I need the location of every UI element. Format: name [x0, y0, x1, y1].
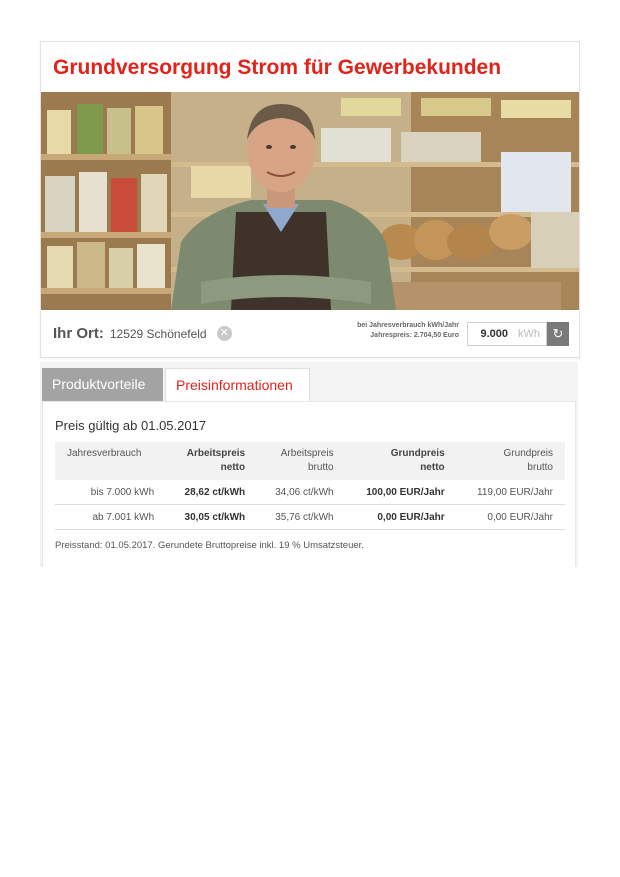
- page-title: Grundversorgung Strom für Gewerbekunden: [53, 56, 502, 79]
- table-cell: 34,06 ct/kWh: [257, 480, 346, 505]
- table-cell: 119,00 EUR/Jahr: [456, 480, 565, 505]
- column-header-line: netto: [220, 462, 246, 473]
- column-header-line: Jahresverbrauch: [67, 448, 142, 459]
- location-row: Ihr Ort: 12529 Schönefeld ✕: [53, 325, 232, 342]
- column-header-line: Arbeitspreis: [186, 448, 246, 459]
- column-header: Arbeitspreis brutto: [257, 442, 346, 480]
- column-header: Arbeitspreis netto: [166, 442, 258, 480]
- table-header-row: Jahresverbrauch Arbeitspreis netto Arbei…: [55, 442, 565, 480]
- table-cell: 30,05 ct/kWh: [166, 504, 258, 530]
- column-header-line: netto: [420, 462, 445, 473]
- table-cell: ab 7.001 kWh: [55, 504, 167, 530]
- consumption-input-group: kWh: [467, 322, 547, 346]
- annual-price: Jahrespreis: 2.704,50 Euro: [370, 332, 459, 339]
- tab-produktvorteile[interactable]: Produktvorteile: [42, 368, 163, 401]
- price-footnote: Preisstand: 01.05.2017. Gerundete Brutto…: [55, 540, 364, 551]
- column-header-line: Grundpreis: [503, 448, 553, 459]
- column-header-line: brutto: [308, 462, 334, 473]
- price-table: Jahresverbrauch Arbeitspreis netto Arbei…: [55, 442, 565, 530]
- consumption-unit: kWh: [518, 328, 540, 340]
- tab-preisinformationen[interactable]: Preisinformationen: [165, 368, 310, 402]
- table-cell: bis 7.000 kWh: [55, 480, 167, 505]
- price-valid-from: Preis gültig ab 01.05.2017: [55, 418, 207, 433]
- column-header-line: Grundpreis: [390, 448, 445, 459]
- table-row: bis 7.000 kWh 28,62 ct/kWh 34,06 ct/kWh …: [55, 480, 565, 505]
- location-value: 12529 Schönefeld: [109, 326, 207, 341]
- location-label: Ihr Ort:: [53, 325, 104, 342]
- column-header: Grundpreis netto: [345, 442, 457, 480]
- consumption-input[interactable]: [468, 328, 512, 340]
- consumption-hint-line1: bei Jahresverbrauch kWh/Jahr: [357, 322, 459, 329]
- table-cell: 100,00 EUR/Jahr: [345, 480, 457, 505]
- table-cell: 28,62 ct/kWh: [166, 480, 258, 505]
- tabs-area: Produktvorteile Preisinformationen Preis…: [40, 362, 578, 567]
- consumption-hint: bei Jahresverbrauch kWh/Jahr Jahrespreis…: [357, 321, 459, 341]
- column-header: Jahresverbrauch: [55, 442, 167, 480]
- column-header: Grundpreis brutto: [456, 442, 565, 480]
- column-header-line: brutto: [527, 462, 553, 473]
- product-card: Grundversorgung Strom für Gewerbekunden: [40, 41, 580, 358]
- price-panel: Preis gültig ab 01.05.2017 Jahresverbrau…: [42, 401, 576, 567]
- column-header-line: Arbeitspreis: [280, 448, 334, 459]
- table-cell: 0,00 EUR/Jahr: [456, 504, 565, 530]
- table-row: ab 7.001 kWh 30,05 ct/kWh 35,76 ct/kWh 0…: [55, 504, 565, 530]
- close-icon[interactable]: ✕: [216, 326, 232, 341]
- table-cell: 35,76 ct/kWh: [257, 504, 346, 530]
- table-cell: 0,00 EUR/Jahr: [345, 504, 457, 530]
- refresh-icon[interactable]: ↻: [547, 322, 569, 346]
- hero-image: [41, 92, 579, 310]
